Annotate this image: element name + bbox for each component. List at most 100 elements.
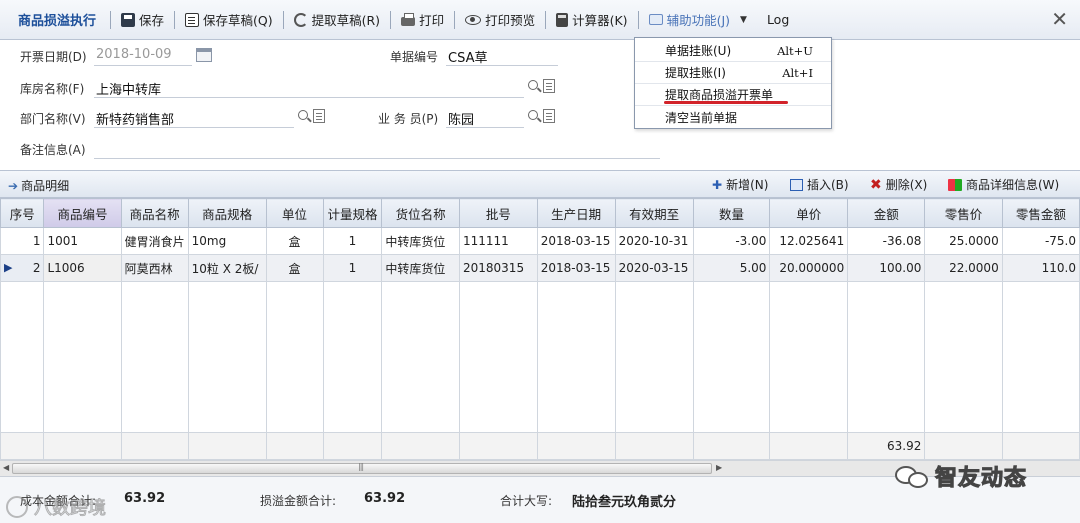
diff-total-label: 损溢金额合计: <box>260 494 337 508</box>
table-cell[interactable]: 阿莫西林 <box>120 254 189 282</box>
watermark-right: 智友动态 <box>895 456 1075 496</box>
field-underline <box>94 97 524 98</box>
table-cell[interactable]: 1 <box>322 227 383 255</box>
header-form: 开票日期(D) 2018-10-09 单据编号 CSA草 库房名称(F) 上海中… <box>0 40 1080 170</box>
menu-item-hang-bill[interactable]: 单据挂账(U) Alt+U <box>635 40 831 62</box>
add-row-button[interactable]: ✚ 新增(N) <box>712 176 768 193</box>
table-cell[interactable]: 2018-03-15 <box>536 227 616 255</box>
table-cell[interactable]: 5.00 <box>692 254 771 282</box>
watermark-right-text: 智友动态 <box>934 466 1028 492</box>
detail-grid: 序号 商品编号 商品名称 商品规格 单位 计量规格 货位名称 批号 生产日期 有… <box>0 198 1080 460</box>
column-header[interactable]: 生产日期 <box>536 198 616 228</box>
print-button[interactable]: 打印 <box>395 7 450 33</box>
salesman-field[interactable]: 陈园 <box>448 109 474 128</box>
log-button[interactable]: Log <box>761 7 795 33</box>
highlight-underline <box>664 101 788 104</box>
table-cell[interactable]: 10粒 X 2板/ <box>187 254 267 282</box>
table-row[interactable]: ▶ 2 L1006 阿莫西林 10粒 X 2板/ 盒 1 中转库货位 20180… <box>0 254 1080 282</box>
print-preview-button[interactable]: 打印预览 <box>459 7 541 33</box>
toolbar-separator <box>637 10 639 29</box>
table-cell[interactable]: 健胃消食片 <box>120 227 189 255</box>
doc-no-field[interactable]: CSA草 <box>448 47 487 66</box>
column-header[interactable]: 单价 <box>769 198 849 228</box>
table-cell[interactable]: 2020-03-15 <box>614 254 694 282</box>
table-row[interactable]: 1 1001 健胃消食片 10mg 盒 1 中转库货位 111111 2018-… <box>0 227 1080 255</box>
upper-amount-value: 陆拾叁元玖角贰分 <box>572 495 677 510</box>
column-header[interactable]: 零售价 <box>924 198 1003 228</box>
scroll-right-icon[interactable]: ▶ <box>716 463 722 472</box>
table-cell[interactable]: 22.0000 <box>924 254 1003 282</box>
save-button[interactable]: 保存 <box>115 7 170 33</box>
detail-table: 序号 商品编号 商品名称 商品规格 单位 计量规格 货位名称 批号 生产日期 有… <box>0 198 1080 460</box>
table-cell[interactable]: 111111 <box>459 227 538 255</box>
column-header[interactable]: 有效期至 <box>614 198 694 228</box>
table-cell[interactable]: L1006 <box>43 254 122 282</box>
table-cell[interactable]: 1 <box>0 227 45 255</box>
column-header[interactable]: 货位名称 <box>381 198 460 228</box>
calculator-button[interactable]: 计算器(K) <box>550 7 633 33</box>
insert-row-button[interactable]: 插入(B) <box>790 176 849 193</box>
table-cell[interactable]: 2020-10-31 <box>614 227 694 255</box>
insert-label: 插入(B) <box>807 178 849 192</box>
column-header[interactable]: 商品规格 <box>187 198 267 228</box>
column-header[interactable]: 商品编号 <box>43 198 122 228</box>
field-underline <box>446 65 558 66</box>
column-header[interactable]: 零售金额 <box>1001 198 1080 228</box>
delete-icon: ✖ <box>870 176 882 193</box>
dept-field[interactable]: 新特药销售部 <box>96 109 174 128</box>
table-header-row: 序号 商品编号 商品名称 商品规格 单位 计量规格 货位名称 批号 生产日期 有… <box>0 198 1080 228</box>
delete-row-button[interactable]: ✖ 删除(X) <box>870 176 927 193</box>
detail-title: ➔ 商品明细 <box>8 177 69 194</box>
column-header[interactable]: 计量规格 <box>322 198 383 228</box>
column-header[interactable]: 批号 <box>459 198 538 228</box>
invoice-date-field[interactable]: 2018-10-09 <box>96 47 172 62</box>
table-cell[interactable]: -36.08 <box>847 227 926 255</box>
table-cell[interactable]: 10mg <box>187 227 267 255</box>
detail-bar: ➔ 商品明细 ✚ 新增(N) 插入(B) ✖ 删除(X) 商品详细信息(W) <box>0 170 1080 198</box>
table-cell[interactable]: 2018-03-15 <box>536 254 616 282</box>
fetch-draft-button[interactable]: 提取草稿(R) <box>288 7 386 33</box>
dept-label: 部门名称(V) <box>20 112 86 126</box>
toolbar-separator <box>110 10 112 29</box>
table-cell[interactable]: 1 <box>322 254 383 282</box>
table-cell[interactable]: 12.025641 <box>769 227 849 255</box>
table-cell[interactable]: 盒 <box>265 254 324 282</box>
table-cell[interactable]: 110.0 <box>1001 254 1080 282</box>
menu-item-clear[interactable]: 清空当前单据 <box>635 106 831 128</box>
table-cell[interactable]: 中转库货位 <box>381 227 460 255</box>
warehouse-label: 库房名称(F) <box>20 82 85 96</box>
detail-info-button[interactable]: 商品详细信息(W) <box>948 176 1059 193</box>
watermark-left: 八数跨境 <box>0 492 107 522</box>
save-draft-button[interactable]: 保存草稿(Q) <box>179 7 279 33</box>
table-cell[interactable]: 1001 <box>43 227 122 255</box>
cost-total-value: 63.92 <box>124 491 166 506</box>
lookup-icon[interactable] <box>298 109 328 125</box>
table-cell[interactable]: 20.000000 <box>769 254 849 282</box>
delete-label: 删除(X) <box>885 178 928 192</box>
warehouse-field[interactable]: 上海中转库 <box>96 79 161 98</box>
table-cell[interactable]: 20180315 <box>459 254 538 282</box>
table-cell[interactable]: -3.00 <box>692 227 771 255</box>
aux-functions-button[interactable]: 辅助功能(J) ▼ <box>643 7 753 33</box>
remark-label: 备注信息(A) <box>20 143 86 157</box>
column-header[interactable]: 单位 <box>265 198 324 228</box>
table-cell[interactable]: 中转库货位 <box>381 254 460 282</box>
table-cell[interactable]: 盒 <box>265 227 324 255</box>
column-header[interactable]: 商品名称 <box>120 198 189 228</box>
table-cell[interactable]: -75.0 <box>1001 227 1080 255</box>
column-header[interactable]: 序号 <box>0 198 45 228</box>
calculator-icon <box>556 12 569 27</box>
lookup-icon[interactable] <box>528 109 558 125</box>
table-cell[interactable]: ▶ 2 <box>0 254 45 282</box>
column-header[interactable]: 金额 <box>847 198 926 228</box>
close-icon[interactable]: ✕ <box>1051 9 1068 29</box>
column-header[interactable]: 数量 <box>692 198 771 228</box>
detail-title-label: 商品明细 <box>21 179 70 193</box>
toolbar: 商品损溢执行 保存 保存草稿(Q) 提取草稿(R) 打印 打印预览 计算器(K)… <box>0 0 1080 40</box>
calendar-icon[interactable] <box>196 48 212 62</box>
lookup-icon[interactable] <box>528 79 558 95</box>
table-cell[interactable]: 100.00 <box>847 254 926 282</box>
menu-item-fetch-hang[interactable]: 提取挂账(I) Alt+I <box>635 62 831 84</box>
scroll-left-icon[interactable]: ◀ <box>3 463 9 472</box>
table-cell[interactable]: 25.0000 <box>924 227 1003 255</box>
